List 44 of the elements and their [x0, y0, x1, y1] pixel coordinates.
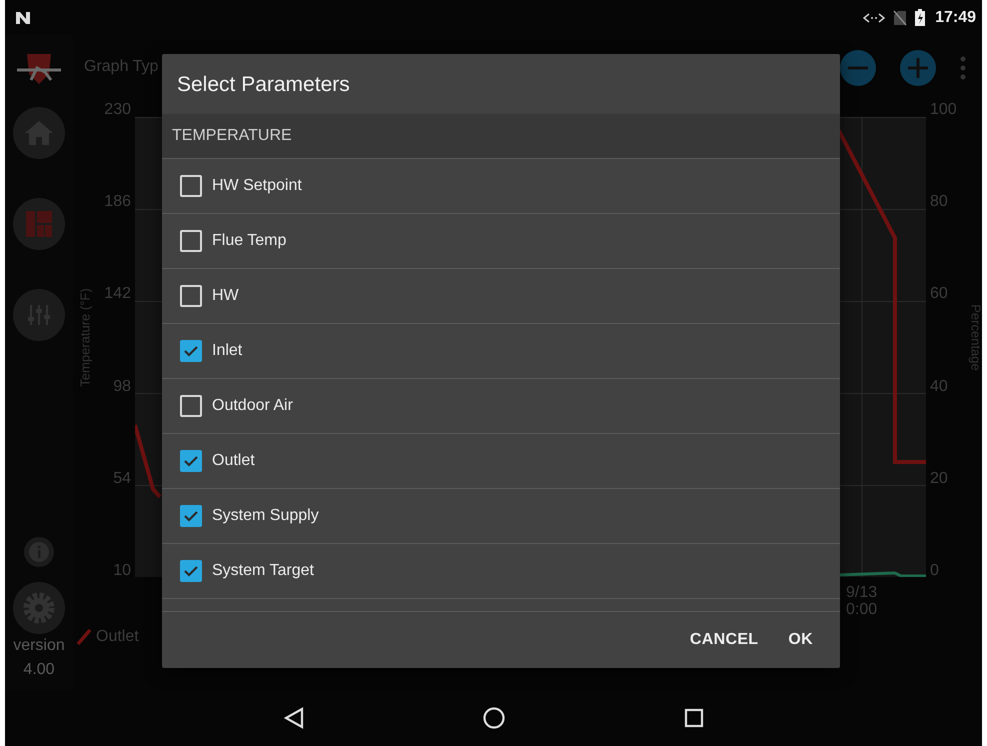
- sliders-icon[interactable]: [13, 289, 65, 341]
- checkbox[interactable]: [180, 450, 202, 472]
- recent-apps-icon[interactable]: [682, 707, 704, 729]
- notification-logo-icon: [15, 10, 31, 24]
- checkbox[interactable]: [180, 505, 202, 527]
- checkbox[interactable]: [180, 395, 202, 417]
- checkmark-icon: [184, 346, 198, 356]
- version-label: version: [13, 636, 65, 656]
- status-time: 17:49: [935, 8, 976, 26]
- parameter-row[interactable]: HW: [162, 269, 840, 324]
- checkbox[interactable]: [180, 340, 202, 362]
- back-icon[interactable]: [282, 707, 304, 729]
- battery-charging-icon: [915, 9, 926, 26]
- home-circle-icon[interactable]: [482, 707, 504, 729]
- ok-button[interactable]: OK: [777, 621, 824, 659]
- parameter-label: System Target: [212, 562, 314, 580]
- parameter-row[interactable]: HW Setpoint: [162, 159, 840, 214]
- parameter-label: HW Setpoint: [212, 177, 302, 195]
- checkbox[interactable]: [180, 175, 202, 197]
- checkbox[interactable]: [180, 230, 202, 252]
- checkmark-icon: [184, 510, 198, 522]
- checkmark-icon: [184, 456, 198, 466]
- dialog-title: Select Parameters: [176, 72, 351, 98]
- parameter-row[interactable]: System Target: [162, 544, 840, 599]
- parameter-row[interactable]: Flue Temp: [162, 214, 840, 269]
- legend-line-icon: [76, 628, 92, 646]
- parameter-label: Outlet: [212, 452, 255, 470]
- parameter-label: Outdoor Air: [212, 397, 293, 415]
- parameter-row[interactable]: System Supply: [162, 489, 840, 544]
- parameter-label: Flue Temp: [212, 232, 286, 250]
- section-header: TEMPERATURE: [162, 114, 840, 159]
- no-sim-icon: [893, 10, 908, 26]
- parameter-row[interactable]: Outlet: [162, 434, 840, 489]
- checkmark-icon: [184, 566, 198, 576]
- checkbox[interactable]: [180, 285, 202, 307]
- parameter-label: System Supply: [212, 507, 319, 525]
- parameter-row[interactable]: Inlet: [162, 324, 840, 379]
- parameter-row[interactable]: Outdoor Air: [162, 379, 840, 434]
- data-transfer-icon: [863, 12, 886, 24]
- checkbox[interactable]: [180, 560, 202, 582]
- version-number: 4.00: [23, 660, 55, 680]
- cancel-button[interactable]: CANCEL: [678, 621, 770, 659]
- parameter-label: HW: [212, 287, 239, 305]
- parameter-label: Inlet: [212, 342, 242, 360]
